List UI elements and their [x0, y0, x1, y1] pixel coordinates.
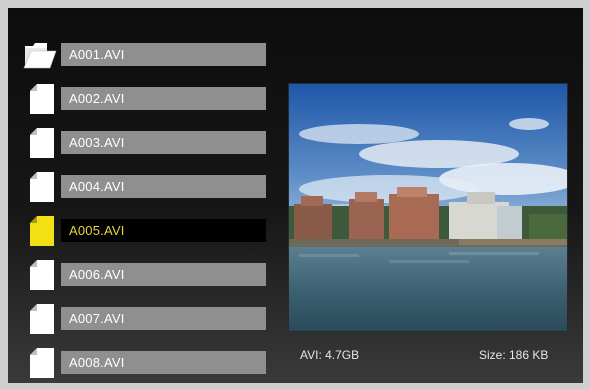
file-icon — [30, 84, 54, 119]
type-size-info: AVI: 4.7GB — [300, 348, 360, 362]
file-name: A007.AVI — [61, 307, 266, 330]
file-name: A003.AVI — [61, 131, 266, 154]
file-item-a002[interactable]: A002.AVI — [8, 84, 278, 114]
file-item-a006[interactable]: A006.AVI — [8, 260, 278, 290]
folder-open-icon — [23, 40, 57, 75]
file-icon — [30, 304, 54, 339]
file-item-a008[interactable]: A008.AVI — [8, 348, 278, 378]
file-name: A006.AVI — [61, 263, 266, 286]
file-icon — [30, 348, 54, 383]
media-browser-screen: A001.AVI A002.AVI A003.AVI A004.AVI A005… — [8, 8, 583, 383]
file-item-a005[interactable]: A005.AVI — [8, 216, 278, 246]
file-name: A008.AVI — [61, 351, 266, 374]
video-thumbnail-preview — [288, 83, 568, 332]
file-name: A005.AVI — [61, 219, 266, 242]
file-item-a001[interactable]: A001.AVI — [8, 40, 278, 70]
file-icon — [30, 216, 54, 251]
harbor-thumbnail-image — [289, 84, 567, 331]
file-name: A004.AVI — [61, 175, 266, 198]
file-name: A001.AVI — [61, 43, 266, 66]
file-size-info: Size: 186 KB — [479, 348, 549, 362]
file-item-a003[interactable]: A003.AVI — [8, 128, 278, 158]
file-icon — [30, 260, 54, 295]
file-icon — [30, 128, 54, 163]
file-name: A002.AVI — [61, 87, 266, 110]
file-item-a004[interactable]: A004.AVI — [8, 172, 278, 202]
file-item-a007[interactable]: A007.AVI — [8, 304, 278, 334]
file-icon — [30, 172, 54, 207]
file-list: A001.AVI A002.AVI A003.AVI A004.AVI A005… — [8, 8, 278, 383]
